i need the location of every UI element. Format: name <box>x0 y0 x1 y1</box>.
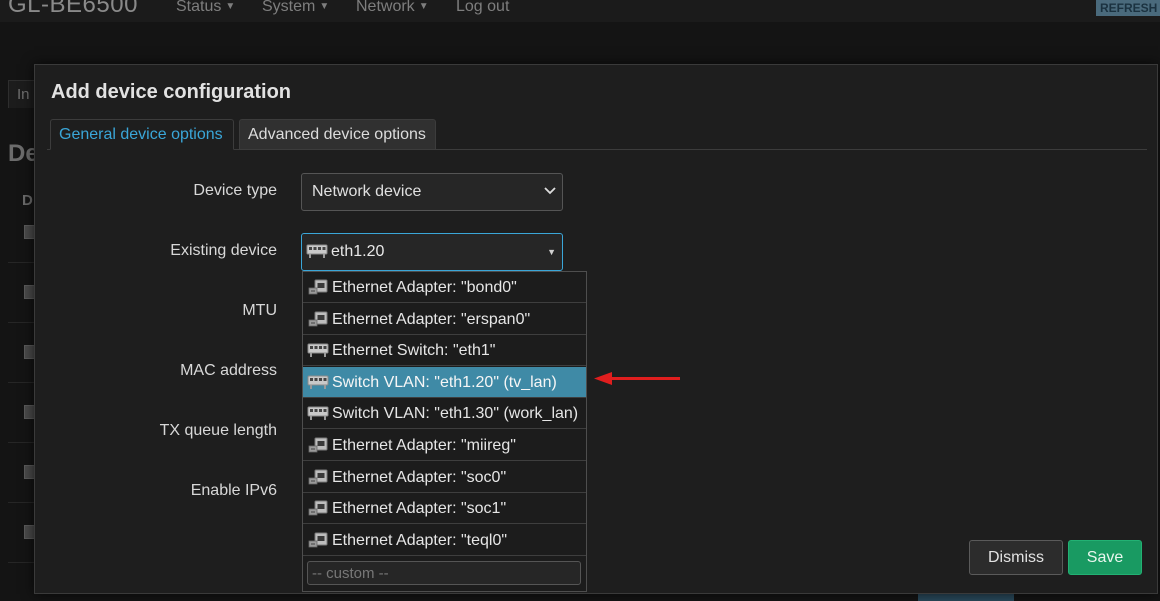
ethernet-adapter-icon <box>307 465 329 492</box>
save-button[interactable]: Save <box>1068 540 1142 575</box>
bg-column-header: D <box>22 192 33 209</box>
nav-system[interactable]: System ▼ <box>262 0 329 16</box>
device-type-label: Device type <box>193 182 277 199</box>
dismiss-button[interactable]: Dismiss <box>969 540 1063 575</box>
ethernet-adapter-icon <box>307 433 329 460</box>
switch-icon <box>306 244 328 258</box>
ethernet-adapter-icon <box>307 528 329 555</box>
switch-icon <box>307 370 329 397</box>
modal-title: Add device configuration <box>51 81 292 103</box>
dropdown-option-label: Ethernet Adapter: "soc0" <box>332 468 507 486</box>
dropdown-option[interactable]: Ethernet Adapter: "soc0" <box>303 462 586 493</box>
annotation-arrow-icon <box>594 372 680 385</box>
dropdown-option[interactable]: Ethernet Adapter: "miireg" <box>303 430 586 461</box>
dropdown-option[interactable]: Switch VLAN: "eth1.30" (work_lan) <box>303 398 586 430</box>
page: GL-BE6500 Status ▼ System ▼ Network ▼ Log o… <box>0 0 1160 601</box>
caret-down-icon: ▼ <box>418 1 429 12</box>
brand-logo: GL-BE6500 <box>8 0 138 18</box>
existing-device-label: Existing device <box>170 242 277 259</box>
device-type-select[interactable]: Network device <box>301 173 563 211</box>
tab-general-device-options[interactable]: General device options <box>50 119 234 150</box>
top-navbar: GL-BE6500 Status ▼ System ▼ Network ▼ Log o… <box>0 0 1160 22</box>
existing-device-value: eth1.20 <box>331 243 385 260</box>
dropdown-option[interactable]: Ethernet Adapter: "teql0" <box>303 525 586 556</box>
nav-logout[interactable]: Log out <box>456 0 509 16</box>
dropdown-option[interactable]: Ethernet Adapter: "bond0" <box>303 272 586 303</box>
switch-icon <box>307 338 329 365</box>
dropdown-option-label: Ethernet Adapter: "erspan0" <box>332 310 531 328</box>
caret-down-icon: ▼ <box>547 247 556 257</box>
device-type-value: Network device <box>312 183 422 200</box>
dropdown-option-label: Switch VLAN: "eth1.30" (work_lan) <box>332 405 579 423</box>
refresh-badge[interactable]: REFRESH <box>1096 0 1160 16</box>
ethernet-adapter-icon <box>307 496 329 523</box>
dropdown-option-selected[interactable]: Switch VLAN: "eth1.20" (tv_lan) <box>303 366 586 398</box>
mtu-label: MTU <box>242 302 277 319</box>
tx-queue-length-label: TX queue length <box>159 422 277 439</box>
dropdown-option-label: Ethernet Adapter: "bond0" <box>332 279 517 296</box>
nav-network[interactable]: Network ▼ <box>356 0 429 16</box>
caret-down-icon: ▼ <box>319 1 330 12</box>
dropdown-option-label: Ethernet Adapter: "soc1" <box>332 500 507 518</box>
existing-device-combobox[interactable]: eth1.20 ▼ <box>301 233 563 271</box>
dropdown-option[interactable]: Ethernet Adapter: "erspan0" <box>303 304 586 335</box>
dropdown-option-label: Ethernet Adapter: "teql0" <box>332 531 508 549</box>
nav-status[interactable]: Status ▼ <box>176 0 235 16</box>
ethernet-adapter-icon <box>307 275 329 302</box>
ethernet-adapter-icon <box>307 307 329 334</box>
custom-device-input[interactable] <box>307 561 581 585</box>
add-device-modal: Add device configuration General device … <box>34 64 1158 594</box>
mac-address-label: MAC address <box>180 362 277 379</box>
existing-device-dropdown: Ethernet Adapter: "bond0" Ethernet Adapte… <box>302 271 587 592</box>
dropdown-option-label: Ethernet Adapter: "miireg" <box>332 437 516 454</box>
dropdown-option-label: Switch VLAN: "eth1.20" (tv_lan) <box>332 373 557 391</box>
caret-down-icon: ▼ <box>225 1 236 12</box>
switch-icon <box>307 401 329 428</box>
tab-advanced-device-options[interactable]: Advanced device options <box>239 119 436 150</box>
dropdown-option[interactable]: Ethernet Switch: "eth1" <box>303 335 586 367</box>
dropdown-option[interactable]: Ethernet Adapter: "soc1" <box>303 493 586 525</box>
chevron-down-icon <box>544 187 556 195</box>
enable-ipv6-label: Enable IPv6 <box>190 482 277 499</box>
dropdown-option-label: Ethernet Switch: "eth1" <box>332 342 496 360</box>
